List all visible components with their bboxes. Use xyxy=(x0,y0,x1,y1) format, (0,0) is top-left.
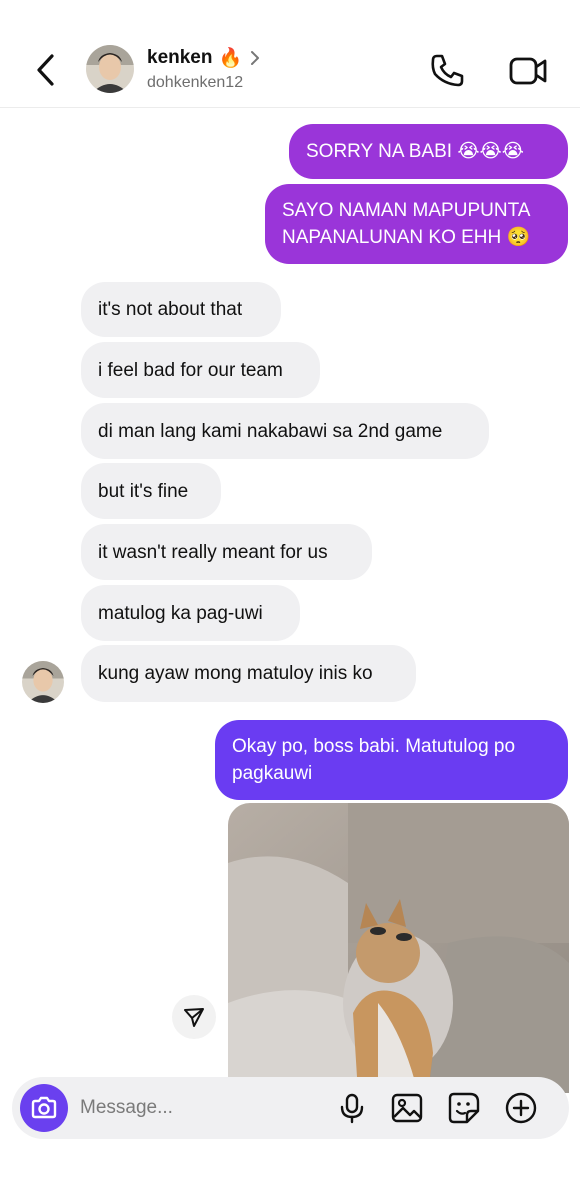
message-text: i feel bad for our team xyxy=(98,359,283,381)
message-text: kung ayaw mong matuloy inis ko xyxy=(98,663,373,684)
camera-icon xyxy=(31,1096,57,1119)
message-text: it wasn't really meant for us xyxy=(98,541,328,563)
message-bubble-received[interactable]: i feel bad for our team xyxy=(81,342,320,398)
message-bubble-sent[interactable]: Okay po, boss babi. Matutulog po pagkauw… xyxy=(215,720,568,800)
camera-button[interactable] xyxy=(20,1084,68,1132)
message-text: SORRY NA BABI 😭😭😭 xyxy=(306,141,524,162)
image-icon[interactable] xyxy=(390,1091,424,1125)
message-text-line: NAPANALUNAN KO EHH 🥺 xyxy=(282,227,531,248)
chat-header: kenken 🔥 dohkenken12 xyxy=(0,0,580,108)
message-text-line: Okay po, boss babi. Matutulog po xyxy=(232,736,516,757)
message-composer xyxy=(12,1077,569,1139)
contact-name: kenken xyxy=(147,47,213,68)
message-bubble-received[interactable]: it's not about that xyxy=(81,282,281,337)
chevron-right-icon xyxy=(251,51,260,65)
fire-emoji: 🔥 xyxy=(218,47,243,69)
message-bubble-received[interactable]: matulog ka pag-uwi xyxy=(81,585,300,641)
contact-avatar[interactable] xyxy=(86,45,134,93)
contact-name-row[interactable]: kenken 🔥 xyxy=(147,47,262,69)
phone-icon[interactable] xyxy=(428,52,466,90)
plus-circle-icon[interactable] xyxy=(504,1091,538,1125)
message-bubble-received[interactable]: di man lang kami nakabawi sa 2nd game xyxy=(81,403,489,459)
message-text: but it's fine xyxy=(98,480,189,502)
message-text: matulog ka pag-uwi xyxy=(98,602,263,624)
message-text: it's not about that xyxy=(98,299,243,320)
message-bubble-sent[interactable]: SAYO NAMAN MAPUPUNTA NAPANALUNAN KO EHH … xyxy=(265,184,568,264)
back-chevron-icon[interactable] xyxy=(30,50,62,90)
media-attachment[interactable] xyxy=(228,803,569,1093)
message-text: di man lang kami nakabawi sa 2nd game xyxy=(98,420,443,442)
message-bubble-received[interactable]: it wasn't really meant for us xyxy=(81,524,372,580)
contact-avatar-small[interactable] xyxy=(22,661,64,703)
video-camera-icon[interactable] xyxy=(506,52,550,90)
cat-image xyxy=(228,803,569,1093)
message-text-line: pagkauwi xyxy=(232,763,313,784)
message-bubble-sent[interactable]: SORRY NA BABI 😭😭😭 xyxy=(289,124,568,179)
message-bubble-received[interactable]: kung ayaw mong matuloy inis ko xyxy=(81,645,416,702)
message-text-line: SAYO NAMAN MAPUPUNTA xyxy=(282,200,531,221)
contact-username: dohkenken12 xyxy=(147,74,244,91)
share-button[interactable] xyxy=(172,995,216,1039)
sticker-icon[interactable] xyxy=(447,1091,481,1125)
send-icon xyxy=(184,1008,204,1027)
message-input[interactable] xyxy=(80,1091,320,1125)
message-bubble-received[interactable]: but it's fine xyxy=(81,463,221,519)
microphone-icon[interactable] xyxy=(335,1091,369,1125)
